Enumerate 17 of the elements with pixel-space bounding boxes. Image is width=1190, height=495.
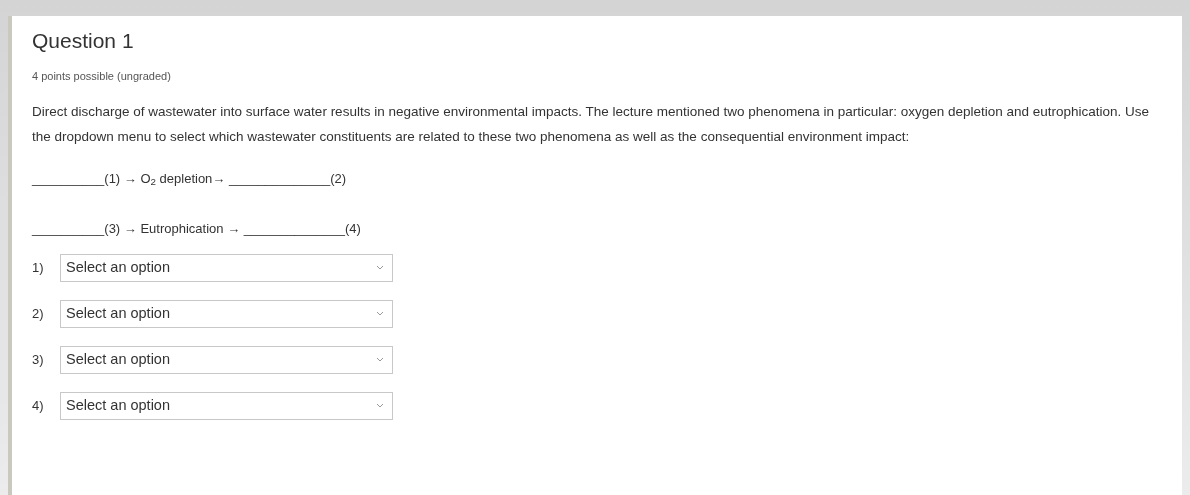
option-dropdown[interactable]: Select an option xyxy=(60,299,393,328)
chevron-down-icon xyxy=(376,357,384,362)
chevron-down-icon xyxy=(376,265,384,270)
equation-text: __________(1) → O$_{2}$ depletion→ ______________(2) xyxy=(32,169,347,189)
option-dropdown[interactable]: Select an option xyxy=(60,391,393,420)
question-prompt: Direct discharge of wastewater into surface water results in negative environmental impacts. The lecture mentioned two phenomena in particular: oxygen depletion and eutrophication. Use the dropdown menu to select which wastewater constituents are related to these two phenomena as well as the consequential environment impact: xyxy=(32,102,1151,146)
chevron-down-icon xyxy=(376,403,384,408)
equation-text: __________(3) → Eutrophication → ______________(4) xyxy=(32,219,361,238)
dropdown-label: 1) xyxy=(32,258,45,277)
dropdown-label: 4) xyxy=(32,396,45,415)
option-dropdown[interactable]: Select an option xyxy=(60,253,393,282)
dropdown-label: 2) xyxy=(32,304,45,323)
option-dropdown[interactable]: Select an option xyxy=(60,345,393,374)
points-text: 4 points possible (ungraded) xyxy=(32,69,172,84)
question-title: Question 1 xyxy=(32,28,135,54)
dropdown-label: 3) xyxy=(32,350,45,369)
chevron-down-icon xyxy=(376,311,384,316)
